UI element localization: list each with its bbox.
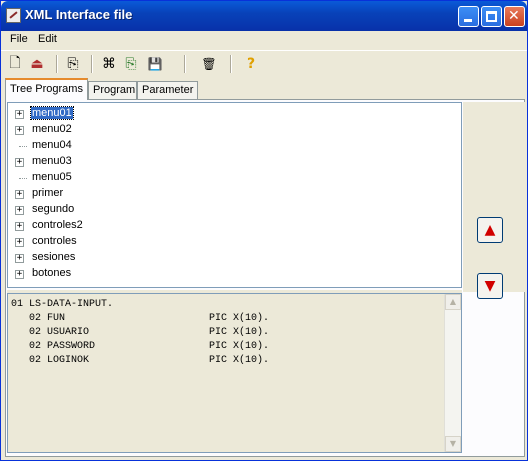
tree-node-label: menu02 bbox=[32, 123, 72, 135]
tree-node[interactable]: + sesiones bbox=[8, 250, 448, 266]
minimize-button[interactable] bbox=[458, 6, 479, 27]
code-text: 01 LS-DATA-INPUT. 02 FUN PIC X(10). 02 U… bbox=[11, 299, 270, 366]
tree-node[interactable]: + botones bbox=[8, 266, 448, 282]
tab-strip: Tree Programs Program Parameter bbox=[1, 78, 527, 100]
scroll-up-icon: ▲ bbox=[449, 297, 457, 306]
vertical-scrollbar[interactable]: ▲ ▼ bbox=[444, 294, 461, 452]
tree-node[interactable]: + controles bbox=[8, 234, 448, 250]
expand-icon[interactable]: + bbox=[15, 238, 24, 247]
export-button[interactable]: ⎘ bbox=[121, 54, 141, 74]
tree-node-label: botones bbox=[32, 267, 72, 279]
expand-icon[interactable]: + bbox=[15, 254, 24, 263]
expand-icon[interactable]: + bbox=[15, 158, 24, 167]
tab-program[interactable]: Program bbox=[88, 81, 137, 99]
tree-node[interactable]: menu05 bbox=[8, 170, 448, 186]
new-file-button[interactable]: 🗋 bbox=[5, 54, 25, 74]
move-up-button[interactable]: ▲ bbox=[477, 217, 503, 243]
program-tree[interactable]: + menu01 + menu02 menu04 + menu03 menu05 + primer… bbox=[7, 102, 462, 288]
up-arrow-icon: ▲ bbox=[484, 222, 496, 238]
open-button[interactable]: ⏏ bbox=[27, 54, 47, 74]
import-icon: ⎘ bbox=[67, 56, 79, 72]
tree-node[interactable]: + controles2 bbox=[8, 218, 448, 234]
menu-edit[interactable]: Edit bbox=[38, 33, 57, 45]
minimize-icon bbox=[464, 19, 472, 22]
delete-icon: 🗑 bbox=[201, 57, 217, 71]
tree-node[interactable]: menu04 bbox=[8, 138, 448, 154]
expand-icon[interactable]: + bbox=[15, 222, 24, 231]
help-icon: ? bbox=[246, 56, 256, 72]
export-icon: ⎘ bbox=[125, 56, 137, 72]
toolbar-separator bbox=[184, 55, 186, 73]
tree-node-label: menu01 bbox=[30, 106, 74, 120]
toolbar-separator bbox=[230, 55, 232, 73]
delete-button[interactable]: 🗑 bbox=[199, 54, 219, 74]
down-arrow-icon: ▼ bbox=[484, 278, 496, 294]
maximize-icon bbox=[486, 11, 497, 22]
tree-node-label: controles bbox=[32, 235, 77, 247]
tree-node-label: menu03 bbox=[32, 155, 72, 167]
toolbar-separator bbox=[56, 55, 58, 73]
toolbar-separator bbox=[91, 55, 93, 73]
save-button[interactable]: 💾 bbox=[145, 54, 165, 74]
help-button[interactable]: ? bbox=[241, 54, 261, 74]
tab-tree-programs[interactable]: Tree Programs bbox=[5, 78, 88, 100]
tree-node-label: menu05 bbox=[32, 171, 72, 183]
scroll-up-button[interactable]: ▲ bbox=[445, 294, 461, 310]
app-icon bbox=[6, 8, 21, 23]
expand-icon[interactable]: + bbox=[15, 190, 24, 199]
tree-node-label: segundo bbox=[32, 203, 75, 215]
tree-connector bbox=[19, 146, 27, 148]
tree-connector bbox=[19, 178, 27, 180]
tab-parameter[interactable]: Parameter bbox=[137, 81, 198, 99]
tree-node[interactable]: + menu01 bbox=[8, 106, 448, 122]
menu-file[interactable]: File bbox=[10, 33, 28, 45]
toolbar: 🗋 ⏏ ⎘ ⌘ ⎘ 💾 🗑 ? bbox=[1, 50, 527, 77]
move-down-button[interactable]: ▼ bbox=[477, 273, 503, 299]
tree-node[interactable]: + menu03 bbox=[8, 154, 448, 170]
import-button[interactable]: ⎘ bbox=[63, 54, 83, 74]
tree-node[interactable]: + segundo bbox=[8, 202, 448, 218]
title-bar[interactable]: XML Interface file ✕ bbox=[1, 1, 527, 31]
expand-icon[interactable]: + bbox=[15, 126, 24, 135]
tree-button[interactable]: ⌘ bbox=[99, 54, 119, 74]
new-file-icon: 🗋 bbox=[9, 55, 21, 71]
scroll-down-button[interactable]: ▼ bbox=[445, 436, 461, 452]
expand-icon[interactable]: + bbox=[15, 270, 24, 279]
maximize-button[interactable] bbox=[481, 6, 502, 27]
close-button[interactable]: ✕ bbox=[504, 6, 525, 27]
tree-node[interactable]: + menu02 bbox=[8, 122, 448, 138]
window-title: XML Interface file bbox=[25, 7, 133, 22]
tree-node[interactable]: + primer bbox=[8, 186, 448, 202]
tree-node-label: controles2 bbox=[32, 219, 83, 231]
close-icon: ✕ bbox=[508, 8, 520, 24]
open-icon: ⏏ bbox=[30, 56, 44, 72]
tree-icon: ⌘ bbox=[102, 56, 116, 72]
code-view[interactable]: 01 LS-DATA-INPUT. 02 FUN PIC X(10). 02 U… bbox=[7, 293, 462, 453]
side-button-area: ▲ ▼ bbox=[463, 102, 525, 299]
expand-icon[interactable]: + bbox=[15, 110, 24, 119]
scroll-down-icon: ▼ bbox=[449, 439, 457, 448]
expand-icon[interactable]: + bbox=[15, 206, 24, 215]
save-icon: 💾 bbox=[147, 57, 163, 71]
tree-node-label: primer bbox=[32, 187, 64, 199]
tree-node-label: sesiones bbox=[32, 251, 76, 263]
app-window: XML Interface file ✕ File Edit 🗋 ⏏ ⎘ ⌘ ⎘… bbox=[0, 0, 528, 461]
menu-bar: File Edit bbox=[1, 31, 527, 49]
tree-node-label: menu04 bbox=[32, 139, 72, 151]
